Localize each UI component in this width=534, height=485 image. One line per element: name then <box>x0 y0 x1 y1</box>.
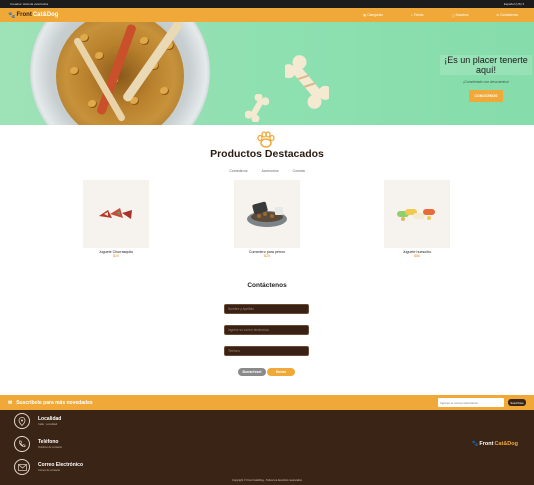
filter-comida[interactable]: Comida <box>291 168 307 174</box>
nav-link-tienda[interactable]: ⌂ Tienda <box>411 13 424 18</box>
nav-link-label: Tienda <box>413 13 424 17</box>
site-logo[interactable]: 🐾 Front Cat&Dog <box>8 12 58 19</box>
mail-icon: ✉ <box>496 13 500 17</box>
hero-subtitle: ¡Consiéntalo con descuentos! <box>462 80 510 84</box>
copyright-text: Copyright © Front Cat&Dog - Todos los de… <box>232 479 302 482</box>
hero-banner: ¡Es un placer tenerte aquí! ¡Consiéntalo… <box>0 22 534 125</box>
products-section-title: Productos Destacados <box>210 148 324 160</box>
nav-link-nosotros[interactable]: ⓘ Nosotros <box>451 13 468 18</box>
product-price: $20 <box>113 254 119 258</box>
subscribe-text: Suscribete para más novedades <box>16 399 93 406</box>
subscribe-form: Ingrese tu correo electrónico Suscríbete <box>438 398 526 407</box>
info-icon: ⓘ <box>451 13 455 18</box>
nav-link-label: Nosotros <box>455 13 469 17</box>
filter-accesorios[interactable]: Accesorios <box>259 168 280 174</box>
nav-links: ▦ Categorías ⌂ Tienda ⓘ Nosotros ✉ Contá… <box>363 13 518 18</box>
language-selector[interactable]: Español (US) ▾ <box>504 2 524 6</box>
footer-logo-front: Front <box>479 441 494 447</box>
main-navbar: 🐾 Front Cat&Dog ▦ Categorías ⌂ Tienda ⓘ … <box>0 8 534 22</box>
nav-link-categorias[interactable]: ▦ Categorías <box>363 13 383 18</box>
footer-phone-sub: Telefono de contacto <box>38 446 62 449</box>
paw-logo-icon: 🐾 <box>471 441 479 447</box>
paw-logo-icon: 🐾 <box>8 12 16 19</box>
grid-icon: ▦ <box>363 13 367 17</box>
email-icon <box>14 459 30 475</box>
subscribe-label: ✉ Suscribete para más novedades <box>8 400 93 406</box>
send-button[interactable]: Enviar <box>267 368 295 376</box>
name-field[interactable]: Nombre y Apellido <box>224 304 309 314</box>
footer-email-sub: Correo de contacto <box>38 469 61 472</box>
phone-field[interactable]: Teléfono <box>224 346 309 356</box>
product-filters: Comederos Accesorios Comida <box>0 168 534 174</box>
reset-button[interactable]: Borrar/reset <box>238 368 266 376</box>
product-price: $25 <box>264 254 270 258</box>
hero-bone-image <box>285 55 329 109</box>
footer-location-sub: Calle , Localidad <box>38 423 58 426</box>
hero-cta-button[interactable]: CONOCENOS <box>468 90 504 102</box>
nav-link-label: Categorías <box>367 13 383 17</box>
product-image <box>234 180 300 248</box>
product-image <box>384 180 450 248</box>
hero-text-block: ¡Es un placer tenerte aquí! ¡Consiéntalo… <box>440 55 532 102</box>
logo-text-front: Front <box>16 12 32 18</box>
filter-comederos[interactable]: Comederos <box>227 168 249 174</box>
phone-icon <box>14 436 30 452</box>
location-icon <box>14 413 30 429</box>
product-image <box>83 180 149 248</box>
product-card[interactable]: Juguete hueso/bo $85 <box>384 180 450 258</box>
email-field[interactable]: Ingrese su correo electrónico <box>224 325 309 335</box>
top-bar-text: Creados: Historia veterinaria <box>10 2 49 6</box>
footer-email-label: Correo Electrónico <box>38 462 84 468</box>
footer-phone-label: Teléfono <box>38 439 59 445</box>
mail-icon: ✉ <box>8 399 13 406</box>
footer-location: Localidad Calle , Localidad <box>14 413 61 429</box>
nav-link-contactenos[interactable]: ✉ Contáctenos <box>496 13 518 18</box>
footer-logo-catdog: Cat&Dog <box>494 441 518 447</box>
nav-link-label: Contáctenos <box>500 13 518 17</box>
subscribe-email-input[interactable]: Ingrese tu correo electrónico <box>438 398 504 407</box>
subscribe-bar: ✉ Suscribete para más novedades Ingrese … <box>0 395 534 410</box>
contact-title: Contáctenos <box>247 282 287 289</box>
hero-title: ¡Es un placer tenerte aquí! <box>440 55 532 75</box>
product-price: $85 <box>414 254 420 258</box>
subscribe-button[interactable]: Suscríbete <box>508 399 526 406</box>
footer-phone: Teléfono Telefono de contacto <box>14 436 62 452</box>
footer-location-label: Localidad <box>38 416 62 422</box>
top-bar: Creados: Historia veterinaria Español (U… <box>0 0 534 8</box>
paw-icon <box>257 131 275 148</box>
footer-logo[interactable]: 🐾 Front Cat&Dog <box>472 441 518 447</box>
product-card[interactable]: Comedero para perros $25 <box>234 180 300 258</box>
logo-text-catdog: Cat&Dog <box>32 12 59 18</box>
product-card[interactable]: Juguete Churrasquito $20 <box>83 180 149 258</box>
footer-email: Correo Electrónico Correo de contacto <box>14 459 83 475</box>
store-icon: ⌂ <box>410 13 413 17</box>
